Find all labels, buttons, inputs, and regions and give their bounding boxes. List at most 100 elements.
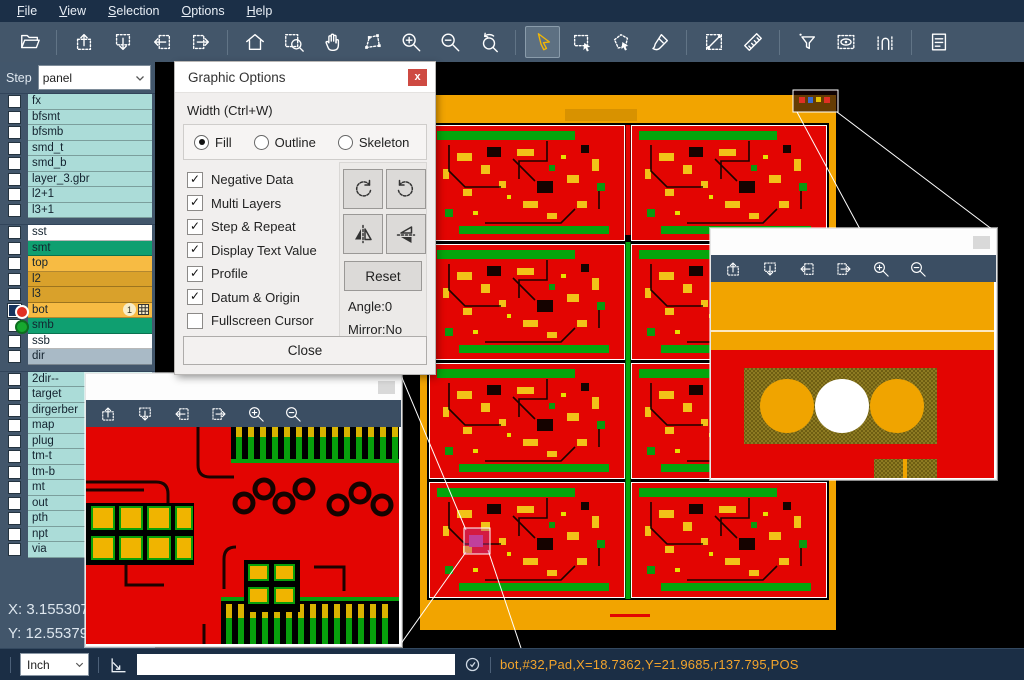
radio-fill[interactable]: Fill xyxy=(194,135,232,150)
layer-checkbox[interactable] xyxy=(8,404,21,417)
open-folder-button[interactable] xyxy=(12,26,47,58)
checkbox-box[interactable] xyxy=(187,313,203,329)
dialog-titlebar[interactable]: Graphic Options x xyxy=(175,62,435,93)
layer-checkbox[interactable] xyxy=(8,157,21,170)
checkbox-profile[interactable]: ✓Profile xyxy=(187,262,317,286)
mirror-vertical-button[interactable] xyxy=(343,214,383,254)
checkbox-negative-data[interactable]: ✓Negative Data xyxy=(187,168,317,192)
layer-checkbox[interactable] xyxy=(8,481,21,494)
grid-icon[interactable] xyxy=(138,304,149,315)
layer-checkbox[interactable] xyxy=(8,419,21,432)
zoom-previous-button[interactable] xyxy=(471,26,506,58)
layer-row-ssb[interactable]: ssb xyxy=(0,334,155,350)
layer-checkbox[interactable] xyxy=(8,335,21,348)
measure-angle-icon[interactable] xyxy=(108,655,128,675)
menu-item-view[interactable]: View xyxy=(48,2,97,20)
layer-checkbox[interactable] xyxy=(8,388,21,401)
radio-skeleton[interactable]: Skeleton xyxy=(338,135,410,150)
layer-row-smd_t[interactable]: smd_t xyxy=(0,141,155,157)
layer-row-l2+1[interactable]: l2+1 xyxy=(0,187,155,203)
window-button[interactable] xyxy=(378,381,395,394)
checkbox-box[interactable]: ✓ xyxy=(187,172,203,188)
layer-checkbox[interactable] xyxy=(8,543,21,556)
layer-checkbox[interactable] xyxy=(8,512,21,525)
shift-left-button[interactable] xyxy=(795,257,819,281)
select-cursor-button[interactable] xyxy=(525,26,560,58)
left-magnifier-view[interactable] xyxy=(86,427,401,646)
checkbox-datum-origin[interactable]: ✓Datum & Origin xyxy=(187,286,317,310)
layer-row-top[interactable]: top xyxy=(0,256,155,272)
layer-checkbox[interactable] xyxy=(8,528,21,541)
layer-row-bot[interactable]: bot1 xyxy=(0,303,155,319)
checkbox-step-repeat[interactable]: ✓Step & Repeat xyxy=(187,215,317,239)
right-magnifier-titlebar[interactable] xyxy=(711,229,996,255)
shift-up-button[interactable] xyxy=(721,257,745,281)
shift-up-button[interactable] xyxy=(66,26,101,58)
zoom-out-button[interactable] xyxy=(906,257,930,281)
menu-item-help[interactable]: Help xyxy=(236,2,284,20)
layer-checkbox[interactable] xyxy=(8,288,21,301)
command-input[interactable] xyxy=(137,654,455,675)
rotate-cw-button[interactable] xyxy=(343,169,383,209)
select-polygon-button[interactable] xyxy=(603,26,638,58)
shift-down-button[interactable] xyxy=(758,257,782,281)
layer-row-l2[interactable]: l2 xyxy=(0,272,155,288)
menu-item-file[interactable]: File xyxy=(6,2,48,20)
rotate-ccw-button[interactable] xyxy=(386,169,426,209)
layer-checkbox[interactable] xyxy=(8,373,21,386)
checkbox-display-text-value[interactable]: ✓Display Text Value xyxy=(187,239,317,263)
layer-checkbox[interactable] xyxy=(8,273,21,286)
zoom-in-button[interactable] xyxy=(393,26,428,58)
shift-right-button[interactable] xyxy=(183,26,218,58)
layer-checkbox[interactable] xyxy=(8,242,21,255)
layer-row-sst[interactable]: sst xyxy=(0,225,155,241)
reset-button[interactable]: Reset xyxy=(344,261,422,291)
layer-checkbox[interactable] xyxy=(8,142,21,155)
layer-checkbox[interactable] xyxy=(8,450,21,463)
close-icon[interactable]: x xyxy=(408,69,427,86)
window-button[interactable] xyxy=(973,236,990,249)
shift-left-button[interactable] xyxy=(144,26,179,58)
layer-checkbox[interactable] xyxy=(8,350,21,363)
checkbox-fullscreen-cursor[interactable]: Fullscreen Cursor xyxy=(187,309,317,333)
checkbox-box[interactable]: ✓ xyxy=(187,219,203,235)
checkbox-multi-layers[interactable]: ✓Multi Layers xyxy=(187,192,317,216)
layer-checkbox[interactable] xyxy=(8,497,21,510)
pan-hand-button[interactable] xyxy=(315,26,350,58)
zoom-out-button[interactable] xyxy=(432,26,467,58)
layer-row-l3+1[interactable]: l3+1 xyxy=(0,203,155,219)
zoom-out-button[interactable] xyxy=(281,402,305,426)
zoom-in-button[interactable] xyxy=(869,257,893,281)
brush-button[interactable] xyxy=(642,26,677,58)
layer-row-smt[interactable]: smt xyxy=(0,241,155,257)
shift-down-button[interactable] xyxy=(105,26,140,58)
checkbox-box[interactable]: ✓ xyxy=(187,242,203,258)
measure-path-button[interactable] xyxy=(354,26,389,58)
checkbox-box[interactable]: ✓ xyxy=(187,289,203,305)
sync-icon[interactable] xyxy=(464,656,481,673)
select-rect-button[interactable] xyxy=(564,26,599,58)
step-select[interactable]: panel xyxy=(38,65,151,90)
shift-right-button[interactable] xyxy=(832,257,856,281)
layer-checkbox[interactable] xyxy=(8,466,21,479)
shift-left-button[interactable] xyxy=(170,402,194,426)
right-magnifier-view[interactable] xyxy=(711,282,996,479)
layer-checkbox[interactable] xyxy=(8,257,21,270)
close-button[interactable]: Close xyxy=(183,336,427,365)
layer-row-bfsmb[interactable]: bfsmb xyxy=(0,125,155,141)
layer-row-smb[interactable]: smb xyxy=(0,318,155,334)
snap-u-button[interactable] xyxy=(867,26,902,58)
layer-row-layer_3.gbr[interactable]: layer_3.gbr xyxy=(0,172,155,188)
shift-right-button[interactable] xyxy=(207,402,231,426)
report-button[interactable] xyxy=(921,26,956,58)
checkbox-box[interactable]: ✓ xyxy=(187,195,203,211)
layer-row-dir[interactable]: dir xyxy=(0,349,155,365)
layer-checkbox[interactable] xyxy=(8,126,21,139)
layer-checkbox[interactable] xyxy=(8,173,21,186)
shift-up-button[interactable] xyxy=(96,402,120,426)
layer-row-bfsmt[interactable]: bfsmt xyxy=(0,110,155,126)
unit-select[interactable]: Inch xyxy=(20,653,89,676)
shift-down-button[interactable] xyxy=(133,402,157,426)
layer-checkbox[interactable] xyxy=(8,188,21,201)
home-button[interactable] xyxy=(237,26,272,58)
